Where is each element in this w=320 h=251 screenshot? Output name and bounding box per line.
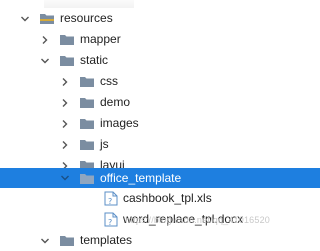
tree-node-label: css (100, 74, 118, 88)
chevron-right-icon[interactable] (60, 140, 70, 150)
tree-node-label: static (80, 53, 109, 67)
chevron-down-icon[interactable] (20, 14, 30, 24)
folder-icon (80, 97, 94, 108)
tree-node-label: office_template (100, 170, 182, 185)
folder-icon (60, 235, 74, 246)
tree-node-label: templates (80, 233, 133, 247)
resources-folder-icon (40, 13, 54, 24)
tree-node-demo[interactable]: demo (0, 92, 320, 113)
tree-node-js[interactable]: js (0, 134, 320, 155)
chevron-down-icon[interactable] (60, 173, 70, 183)
tree-node-static[interactable]: static (0, 50, 314, 71)
tree-node-images[interactable]: images (0, 113, 320, 134)
tree-node-label: js (100, 137, 109, 151)
tree-node-mapper[interactable]: mapper (0, 29, 314, 50)
chevron-right-icon[interactable] (60, 98, 70, 108)
docx-file-icon: ? (104, 212, 118, 227)
tree-node-label: images (100, 116, 139, 130)
tree-node-label: mapper (80, 32, 121, 46)
project-tree: resources mapper static css demo images … (0, 0, 320, 249)
chevron-down-icon[interactable] (40, 236, 50, 246)
folder-icon (60, 55, 74, 66)
tree-node-css[interactable]: css (0, 71, 320, 92)
clipped-row-above (0, 0, 274, 8)
tree-node-resources[interactable]: resources (0, 8, 294, 29)
folder-icon (80, 76, 94, 87)
tree-node-label: demo (100, 95, 131, 109)
tree-node-label: word_replace_tpl.docx (123, 212, 244, 226)
tree-node-label: cashbook_tpl.xls (123, 191, 212, 205)
svg-text:?: ? (108, 218, 112, 227)
folder-icon (80, 118, 94, 129)
tree-node-label: resources (60, 11, 113, 25)
xls-file-icon: ? (104, 191, 118, 206)
tree-node-cashbook-file[interactable]: ? cashbook_tpl.xls (0, 188, 320, 209)
svg-text:?: ? (108, 197, 112, 206)
chevron-down-icon[interactable] (40, 56, 50, 66)
chevron-right-icon[interactable] (40, 35, 50, 45)
tree-node-word-replace-file[interactable]: ? word_replace_tpl.docx (0, 209, 320, 230)
folder-icon (60, 34, 74, 45)
folder-icon (80, 139, 94, 150)
folder-icon (80, 173, 94, 184)
tree-node-office-template[interactable]: office_template (0, 168, 320, 188)
chevron-right-icon[interactable] (60, 77, 70, 87)
tree-node-templates[interactable]: templates (0, 230, 314, 251)
chevron-right-icon[interactable] (60, 119, 70, 129)
